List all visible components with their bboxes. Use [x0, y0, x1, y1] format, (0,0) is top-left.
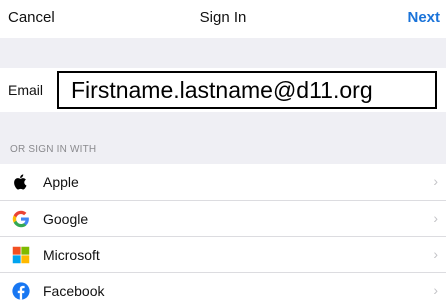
- chevron-right-icon: ›: [433, 210, 438, 226]
- provider-row-apple[interactable]: Apple ›: [0, 164, 446, 200]
- email-row: Email Firstname.lastname@d11.org: [0, 68, 446, 112]
- provider-label: Google: [43, 211, 89, 227]
- microsoft-icon: [12, 246, 30, 264]
- page-title: Sign In: [199, 9, 247, 26]
- email-label: Email: [8, 82, 44, 98]
- email-field[interactable]: Firstname.lastname@d11.org: [57, 71, 437, 109]
- provider-label: Apple: [43, 174, 79, 190]
- provider-label: Microsoft: [43, 247, 100, 263]
- chevron-right-icon: ›: [433, 282, 438, 298]
- section-gap: [0, 112, 446, 164]
- provider-row-google[interactable]: Google ›: [0, 200, 446, 236]
- provider-label: Facebook: [43, 283, 105, 299]
- apple-icon: [14, 174, 27, 190]
- nav-bar: Cancel Sign In Next: [0, 0, 446, 38]
- chevron-right-icon: ›: [433, 246, 438, 262]
- google-icon: [12, 210, 29, 228]
- chevron-right-icon: ›: [433, 173, 438, 189]
- facebook-icon: [12, 282, 30, 300]
- next-button[interactable]: Next: [407, 9, 440, 26]
- provider-row-microsoft[interactable]: Microsoft ›: [0, 236, 446, 272]
- section-gap: [0, 38, 446, 68]
- provider-list: Apple › Google › Microsoft › Facebook ›: [0, 164, 446, 308]
- provider-row-facebook[interactable]: Facebook ›: [0, 272, 446, 308]
- section-header: OR SIGN IN WITH: [10, 144, 97, 155]
